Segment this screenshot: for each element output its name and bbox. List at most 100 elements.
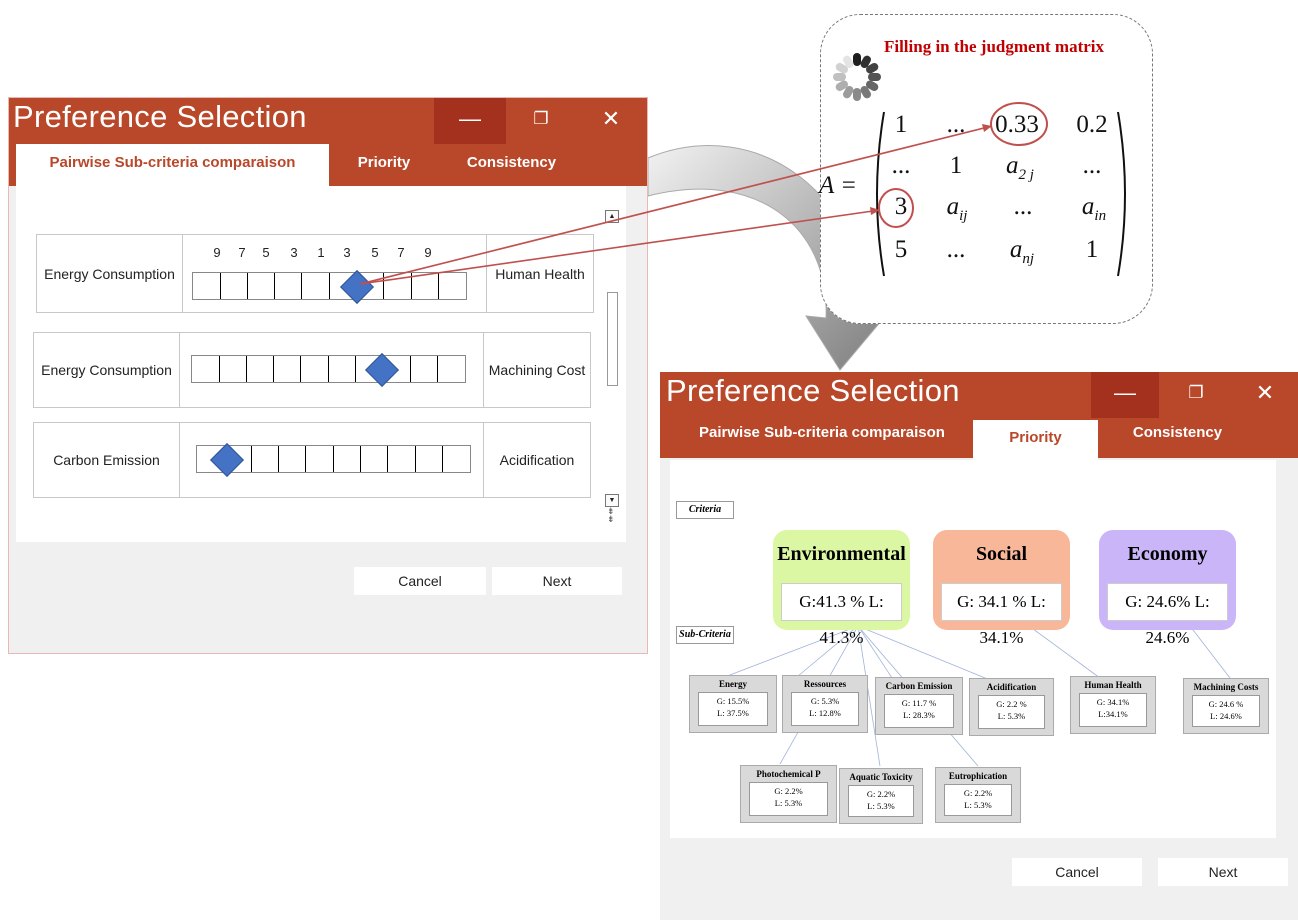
spinner-segment xyxy=(833,73,846,81)
criterion-economy[interactable]: Economy G: 24.6% L: 24.6% xyxy=(1099,530,1236,647)
scale-label: 5 xyxy=(262,245,270,260)
right-criterion-label: Acidification xyxy=(483,423,590,497)
preference-slider[interactable] xyxy=(196,443,471,477)
subcriterion-human-health[interactable]: Human Health G: 34.1% L:34.1% xyxy=(1070,676,1156,734)
scroll-up-icon[interactable]: ▲ xyxy=(605,210,619,223)
tab-consistency[interactable]: Consistency xyxy=(449,144,574,186)
matrix-cell: 0.33 xyxy=(995,111,1039,138)
matrix-lhs: A = xyxy=(819,172,857,199)
matrix-cell: ain xyxy=(1081,193,1107,224)
tab-priority[interactable]: Priority xyxy=(973,420,1098,462)
restore-icon[interactable]: ❐ xyxy=(509,98,573,144)
scale-label: 7 xyxy=(238,245,246,260)
tab-consistency[interactable]: Consistency xyxy=(1105,418,1250,460)
subcriterion-ressources[interactable]: Ressources G: 5.3% L: 12.8% xyxy=(782,675,868,733)
matrix-cell: ... xyxy=(1082,152,1102,179)
subcriterion-name: Ressources xyxy=(803,679,847,689)
matrix-title: Filling in the judgment matrix xyxy=(883,37,1105,56)
subcriterion-weights: G: 2.2 % L: 5.3% xyxy=(978,695,1045,729)
comparison-row: Carbon Emission Acidification xyxy=(33,422,591,498)
matrix-cell: ... xyxy=(946,111,966,138)
tab-bar: Pairwise Sub-criteria comparaison Priori… xyxy=(9,144,647,186)
subcriterion-carbon-emission[interactable]: Carbon Emission G: 11.7 % L: 28.3% xyxy=(875,677,963,735)
scroll-grip-icon: ⇟ ⇟ xyxy=(607,506,615,524)
left-criterion-label: Energy Consumption xyxy=(37,235,183,312)
comparison-row: Energy Consumption Machining Cost xyxy=(33,332,591,408)
subcriterion-name: Eutrophication xyxy=(948,771,1008,781)
vertical-scrollbar[interactable]: ▲ ▼ ⇟ ⇟ xyxy=(605,210,619,528)
subcriterion-weights: G: 5.3% L: 12.8% xyxy=(791,692,859,726)
tab-priority[interactable]: Priority xyxy=(339,144,429,186)
scale-label: 3 xyxy=(290,245,298,260)
matrix-cell: aij xyxy=(946,193,968,224)
subcriterion-name: Aquatic Toxicity xyxy=(849,772,913,782)
next-button[interactable]: Next xyxy=(1158,858,1288,886)
minimize-icon[interactable]: — xyxy=(434,98,506,144)
subcriterion-weights: G: 2.2% L: 5.3% xyxy=(848,785,914,817)
priority-panel: Criteria Sub-Criteria Environmental G:41… xyxy=(670,460,1276,838)
slider-handle[interactable] xyxy=(340,270,374,304)
matrix-cell: a2 j xyxy=(1006,152,1034,183)
subcriteria-tag: Sub-Criteria xyxy=(676,626,734,644)
next-button[interactable]: Next xyxy=(492,567,622,595)
title-bar: Preference Selection — ❐ ✕ xyxy=(9,98,647,144)
subcriterion-eutrophication[interactable]: Eutrophication G: 2.2% L: 5.3% xyxy=(935,767,1021,823)
restore-icon[interactable]: ❐ xyxy=(1165,372,1227,418)
criterion-name: Environmental xyxy=(777,543,906,565)
scale-label: 7 xyxy=(397,245,405,260)
preference-window-pairwise: Preference Selection — ❐ ✕ Pairwise Sub-… xyxy=(8,97,648,654)
subcriterion-aquatic-toxicity[interactable]: Aquatic Toxicity G: 2.2% L: 5.3% xyxy=(839,768,923,824)
scale-label: 3 xyxy=(343,245,351,260)
subcriterion-weights: G: 2.2% L: 5.3% xyxy=(944,784,1012,816)
tab-pairwise[interactable]: Pairwise Sub-criteria comparaison xyxy=(16,144,329,186)
tab-bar: Pairwise Sub-criteria comparaison Priori… xyxy=(660,418,1298,462)
preference-slider[interactable] xyxy=(192,270,467,304)
subcriterion-name: Machining Costs xyxy=(1193,682,1259,692)
subcriterion-weights: G: 2.2% L: 5.3% xyxy=(749,782,828,816)
slider-handle[interactable] xyxy=(365,353,399,387)
subcriterion-name: Carbon Emission xyxy=(885,681,953,691)
matrix-cell: ... xyxy=(1013,193,1033,220)
window-title: Preference Selection xyxy=(13,99,307,134)
subcriterion-acidification[interactable]: Acidification G: 2.2 % L: 5.3% xyxy=(969,678,1054,736)
close-icon[interactable]: ✕ xyxy=(579,98,643,144)
scale-labels: 9 7 5 3 1 3 5 7 9 xyxy=(209,245,509,261)
matrix-cell: ... xyxy=(946,236,966,263)
subcriterion-name: Acidification xyxy=(986,682,1037,692)
scale-label: 1 xyxy=(317,245,325,260)
slider-handle[interactable] xyxy=(210,443,244,477)
subcriterion-machining-costs[interactable]: Machining Costs G: 24.6 % L: 24.6% xyxy=(1183,678,1269,734)
criterion-name: Economy xyxy=(1127,543,1208,565)
matrix-cell: 1 xyxy=(949,152,963,179)
comparison-row: Energy Consumption Human Health 9 7 5 3 … xyxy=(36,234,594,313)
criterion-environmental[interactable]: Environmental G:41.3 % L: 41.3% xyxy=(773,530,910,647)
criterion-social[interactable]: Social G: 34.1 % L: 34.1% xyxy=(933,530,1070,647)
close-icon[interactable]: ✕ xyxy=(1234,372,1296,418)
cancel-button[interactable]: Cancel xyxy=(1012,858,1142,886)
comparison-panel: Energy Consumption Human Health 9 7 5 3 … xyxy=(16,186,626,542)
subcriterion-weights: G: 24.6 % L: 24.6% xyxy=(1192,695,1260,727)
scrollbar-thumb[interactable] xyxy=(607,292,618,386)
scale-label: 9 xyxy=(213,245,221,260)
subcriterion-photochemical[interactable]: Photochemical P G: 2.2% L: 5.3% xyxy=(740,765,837,823)
left-criterion-label: Energy Consumption xyxy=(34,333,180,407)
subcriterion-name: Human Health xyxy=(1084,680,1142,690)
tab-pairwise[interactable]: Pairwise Sub-criteria comparaison xyxy=(682,418,962,460)
subcriterion-name: Photochemical P xyxy=(756,769,821,779)
subcriterion-name: Energy xyxy=(719,679,747,689)
criterion-weight: G: 34.1 % L: 34.1% xyxy=(941,583,1062,647)
subcriterion-weights: G: 34.1% L:34.1% xyxy=(1079,693,1147,727)
criterion-name: Social xyxy=(975,543,1028,565)
window-title: Preference Selection xyxy=(666,373,960,408)
criterion-weight: G:41.3 % L: 41.3% xyxy=(781,583,902,647)
matrix-cell: 0.2 xyxy=(1076,111,1108,138)
preference-slider[interactable] xyxy=(191,353,466,387)
matrix-cell: anj xyxy=(1009,236,1035,267)
subcriterion-energy[interactable]: Energy G: 15.5% L: 37.5% xyxy=(689,675,777,733)
cancel-button[interactable]: Cancel xyxy=(354,567,486,595)
criterion-weight: G: 24.6% L: 24.6% xyxy=(1107,583,1228,647)
criteria-tag: Criteria xyxy=(676,501,734,519)
subcriterion-weights: G: 11.7 % L: 28.3% xyxy=(884,694,954,728)
minimize-icon[interactable]: — xyxy=(1091,372,1159,418)
scale-label: 5 xyxy=(371,245,379,260)
